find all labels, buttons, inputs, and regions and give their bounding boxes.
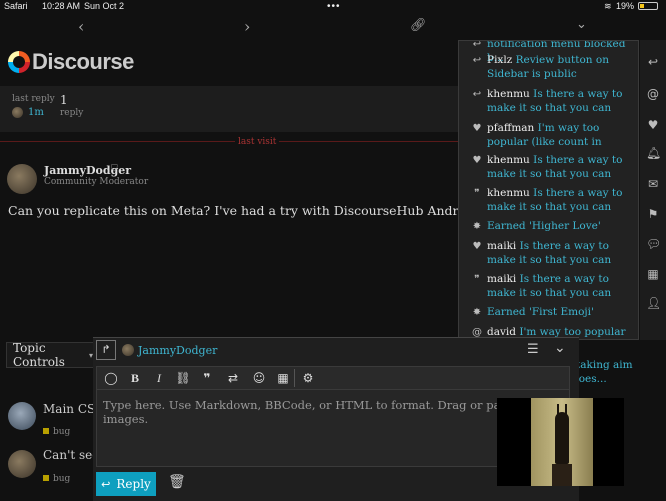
suggested-avatar[interactable] <box>8 402 36 430</box>
reply-to-user[interactable]: JammyDodger <box>138 344 217 357</box>
post-author-title: Community Moderator <box>44 177 149 187</box>
last-visit-label: last visit <box>235 137 280 147</box>
grid-icon[interactable]: ▦ <box>646 267 660 281</box>
user-menu-tabs: ↩ @ ♥ 🔔︎ ✉ ⚑ 💬︎ ▦ 👤︎ <box>640 40 666 340</box>
post-avatar[interactable] <box>7 164 37 194</box>
bookmark-icon[interactable]: ⚑ <box>646 207 660 221</box>
trash-icon[interactable]: 🗑︎ <box>168 474 186 490</box>
last-visit-divider <box>0 141 460 142</box>
link-icon[interactable]: 🔗︎ <box>410 18 427 33</box>
italic-icon[interactable]: I <box>151 371 167 386</box>
forward-icon[interactable]: › <box>244 17 250 36</box>
reply-icon: ↩ <box>101 477 111 491</box>
chevron-down-icon[interactable]: ⌄ <box>576 17 587 32</box>
reply-icon: ↩ <box>472 89 482 100</box>
suggested-avatar[interactable] <box>8 450 36 478</box>
notifications-panel[interactable]: ↩ notification menu blocked b... ↩ Pixlz R… <box>458 40 639 340</box>
tag-badge[interactable]: bug <box>43 427 70 437</box>
comment-icon[interactable]: ◯ <box>103 371 119 385</box>
heart-icon: ♥ <box>472 241 482 252</box>
shield-icon: ⛉ <box>111 164 118 174</box>
avatar[interactable] <box>12 107 23 118</box>
battery-percent: 19% <box>616 1 635 11</box>
back-icon[interactable]: ‹ <box>78 17 84 36</box>
heart-icon: ♥ <box>472 155 482 166</box>
collapse-icon[interactable]: ⌄ <box>554 340 566 356</box>
user-icon[interactable]: 👤︎ <box>646 296 661 310</box>
suggested-topic-title[interactable]: Can't see <box>43 448 99 462</box>
envelope-icon[interactable]: ✉ <box>646 177 660 191</box>
picture-in-picture-video[interactable] <box>497 398 624 486</box>
site-logo[interactable]: Discourse <box>8 48 134 76</box>
reply-icon: ↩ <box>472 55 482 66</box>
wifi-icon: ≋ <box>604 1 612 11</box>
at-icon[interactable]: @ <box>646 87 660 101</box>
reply-button[interactable]: ↩ Reply <box>96 472 156 496</box>
tag-badge[interactable]: bug <box>43 474 70 484</box>
badge-icon: ✸ <box>472 221 482 232</box>
reply-icon[interactable]: ↩ <box>646 55 660 69</box>
reply-count: 1 <box>60 93 68 107</box>
bell-icon[interactable]: 🔔︎ <box>646 146 661 160</box>
quote-icon: ❞ <box>474 274 480 285</box>
quote-icon: ❞ <box>474 188 480 199</box>
discourse-logo-icon <box>8 51 30 73</box>
reply-icon: ↩ <box>472 40 482 50</box>
composer-toolbar: ◯ B I ⛓ ❞ ⇄ ☺ ▦ ⚙ <box>96 366 570 390</box>
post-author[interactable]: JammyDodger <box>44 164 131 177</box>
menu-icon[interactable]: ☰ <box>527 342 539 357</box>
heart-icon: ♥ <box>472 123 482 134</box>
topic-controls-button[interactable]: Topic Controls ▾ <box>6 341 94 369</box>
topic-map: last reply 1m 1 reply <box>0 86 460 132</box>
multitask-dots-icon[interactable]: ••• <box>327 1 341 12</box>
last-reply-time[interactable]: 1m <box>28 107 44 118</box>
badge-icon: ✸ <box>472 307 482 318</box>
bold-icon[interactable]: B <box>127 371 143 386</box>
carrier: Safari <box>4 1 28 11</box>
link-icon[interactable]: ⛓ <box>175 371 191 385</box>
swap-icon[interactable]: ⇄ <box>225 371 241 385</box>
heart-icon[interactable]: ♥ <box>646 118 660 132</box>
chat-icon[interactable]: 💬︎ <box>646 237 661 251</box>
battery-icon <box>638 2 658 10</box>
calendar-icon[interactable]: ▦ <box>275 371 291 385</box>
emoji-icon[interactable]: ☺ <box>251 371 267 385</box>
status-time: 10:28 AM <box>42 1 81 11</box>
status-bar: Safari 10:28 AM Sun Oct 2 ••• ≋ 19% <box>0 0 666 14</box>
avatar <box>122 344 134 356</box>
status-date: Sun Oct 2 <box>84 1 125 11</box>
gear-icon[interactable]: ⚙ <box>300 371 316 385</box>
share-icon[interactable]: ↱ <box>96 340 116 360</box>
quote-icon[interactable]: ❞ <box>199 371 215 385</box>
